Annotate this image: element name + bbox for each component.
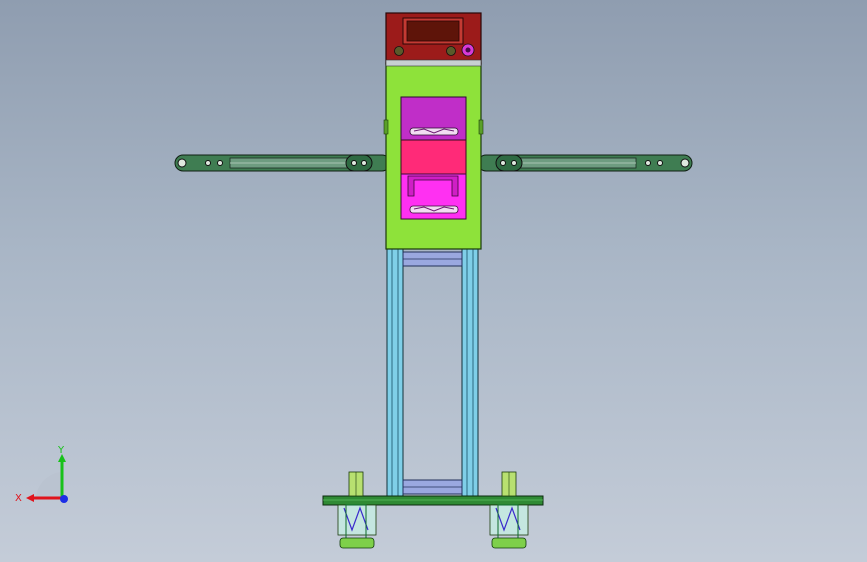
controller-housing	[385, 12, 482, 67]
x-axis-label: X	[15, 493, 22, 504]
right-foot	[489, 471, 529, 549]
left-foot	[337, 471, 377, 549]
y-axis-label: Y	[57, 445, 65, 456]
upper-panel	[400, 96, 467, 141]
3d-model-view[interactable]	[0, 0, 867, 562]
cad-viewport[interactable]: Y X	[0, 0, 867, 562]
z-axis-dot	[60, 495, 68, 503]
vertical-rails	[386, 247, 479, 499]
right-arm	[477, 154, 693, 172]
left-arm	[174, 154, 391, 172]
axis-triad[interactable]: Y X	[10, 440, 80, 510]
base-plate	[322, 495, 544, 506]
middle-panel	[400, 139, 467, 175]
lower-panel	[400, 173, 467, 220]
